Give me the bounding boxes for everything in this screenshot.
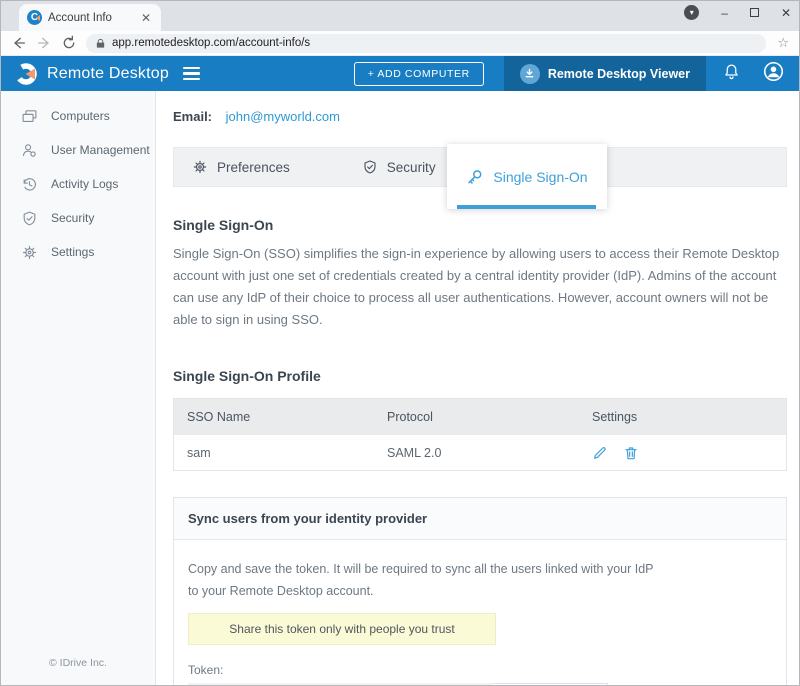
brand-title: Remote Desktop bbox=[47, 65, 169, 83]
browser-tab-title: Account Info bbox=[48, 12, 133, 24]
notifications-bell-icon[interactable] bbox=[706, 63, 757, 85]
sso-description: Single Sign-On (SSO) simplifies the sign… bbox=[173, 243, 787, 331]
menu-hamburger-icon[interactable] bbox=[183, 67, 200, 81]
remote-desktop-viewer-button[interactable]: Remote Desktop Viewer bbox=[504, 56, 706, 91]
shield-icon bbox=[21, 210, 38, 227]
token-row: bb3b4425b222cb8bcb77 Copy Token Delete T… bbox=[188, 683, 772, 685]
site-favicon-icon: C bbox=[27, 10, 42, 25]
user-management-icon bbox=[21, 142, 38, 159]
browser-tabstrip: C Account Info ✕ ▾ – ✕ bbox=[1, 1, 799, 31]
viewer-button-label: Remote Desktop Viewer bbox=[548, 67, 690, 81]
sidebar-item-security[interactable]: Security bbox=[1, 201, 155, 235]
tab-label: Preferences bbox=[217, 160, 290, 175]
delete-icon[interactable] bbox=[623, 445, 639, 461]
back-icon[interactable] bbox=[11, 35, 27, 51]
remote-desktop-logo-icon bbox=[14, 62, 38, 86]
computers-icon bbox=[21, 108, 38, 125]
cell-protocol: SAML 2.0 bbox=[387, 446, 592, 460]
sync-users-panel: Sync users from your identity provider C… bbox=[173, 497, 787, 685]
tab-close-icon[interactable]: ✕ bbox=[139, 11, 153, 25]
sidebar-item-label: User Management bbox=[51, 143, 150, 157]
edit-icon[interactable] bbox=[592, 445, 608, 461]
tab-single-sign-on[interactable]: Single Sign-On bbox=[447, 144, 607, 209]
sidebar-item-settings[interactable]: Settings bbox=[1, 235, 155, 269]
main-content: Email: john@myworld.com Preferences Secu… bbox=[156, 91, 799, 685]
window-minimize-button[interactable]: – bbox=[721, 7, 728, 19]
active-tab-underline bbox=[457, 205, 596, 209]
sidebar-item-label: Settings bbox=[51, 245, 94, 259]
account-avatar-icon[interactable] bbox=[757, 61, 799, 87]
sidebar-item-label: Activity Logs bbox=[51, 177, 118, 191]
window-maximize-button[interactable] bbox=[750, 8, 759, 17]
token-value: bb3b4425b222cb8bcb77 bbox=[188, 683, 493, 685]
browser-tab[interactable]: C Account Info ✕ bbox=[19, 4, 161, 31]
tab-security[interactable]: Security bbox=[362, 159, 436, 175]
key-icon bbox=[466, 168, 484, 186]
lock-icon bbox=[95, 38, 106, 49]
tab-label: Security bbox=[387, 160, 436, 175]
add-computer-button[interactable]: + ADD COMPUTER bbox=[354, 62, 484, 86]
sidebar-item-label: Computers bbox=[51, 109, 110, 123]
token-warning-note: Share this token only with people you tr… bbox=[188, 613, 496, 645]
cell-sso-name: sam bbox=[174, 446, 387, 460]
email-value-link[interactable]: john@myworld.com bbox=[226, 109, 340, 124]
activity-logs-icon bbox=[21, 176, 38, 193]
address-bar[interactable]: app.remotedesktop.com/account-info/s bbox=[86, 34, 766, 53]
gear-icon bbox=[21, 244, 38, 261]
sso-profile-table: SSO Name Protocol Settings sam SAML 2.0 bbox=[173, 398, 787, 471]
app-header: Remote Desktop + ADD COMPUTER Remote Des… bbox=[1, 56, 799, 91]
column-header-protocol: Protocol bbox=[387, 410, 592, 424]
sidebar-item-computers[interactable]: Computers bbox=[1, 99, 155, 133]
sidebar-item-label: Security bbox=[51, 211, 94, 225]
sidebar-item-activity-logs[interactable]: Activity Logs bbox=[1, 167, 155, 201]
shield-icon bbox=[362, 159, 378, 175]
forward-icon[interactable] bbox=[36, 35, 52, 51]
copy-token-button[interactable]: Copy Token bbox=[493, 683, 608, 685]
email-row: Email: john@myworld.com bbox=[173, 109, 787, 124]
sidebar-item-user-management[interactable]: User Management bbox=[1, 133, 155, 167]
bookmark-star-icon[interactable]: ☆ bbox=[777, 35, 789, 51]
copyright-text: © IDrive Inc. bbox=[1, 657, 155, 669]
url-text: app.remotedesktop.com/account-info/s bbox=[112, 37, 310, 49]
gear-icon bbox=[192, 159, 208, 175]
sso-section-heading: Single Sign-On bbox=[173, 217, 787, 233]
download-icon bbox=[520, 64, 540, 84]
sync-panel-title: Sync users from your identity provider bbox=[174, 498, 786, 540]
browser-toolbar: app.remotedesktop.com/account-info/s ☆ bbox=[1, 31, 799, 56]
sidebar: Computers User Management Activity Logs … bbox=[1, 91, 156, 685]
token-label: Token: bbox=[188, 663, 772, 677]
browser-profile-icon[interactable]: ▾ bbox=[684, 5, 699, 20]
email-label: Email: bbox=[173, 109, 212, 124]
tab-preferences[interactable]: Preferences bbox=[192, 159, 290, 175]
tab-label: Single Sign-On bbox=[493, 169, 587, 185]
table-header-row: SSO Name Protocol Settings bbox=[174, 398, 786, 434]
sso-profile-heading: Single Sign-On Profile bbox=[173, 368, 787, 384]
table-row: sam SAML 2.0 bbox=[174, 434, 786, 470]
column-header-settings: Settings bbox=[592, 410, 786, 424]
window-close-button[interactable]: ✕ bbox=[781, 7, 791, 19]
reload-icon[interactable] bbox=[61, 35, 77, 51]
column-header-sso-name: SSO Name bbox=[174, 410, 387, 424]
sync-description: Copy and save the token. It will be requ… bbox=[188, 558, 666, 602]
